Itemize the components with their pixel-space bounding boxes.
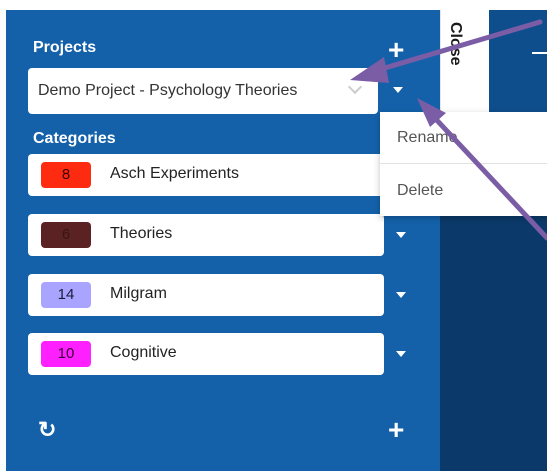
annotation-arrow-lower — [417, 98, 547, 241]
annotation-arrows — [350, 19, 547, 241]
annotation-arrow-upper — [350, 19, 543, 83]
